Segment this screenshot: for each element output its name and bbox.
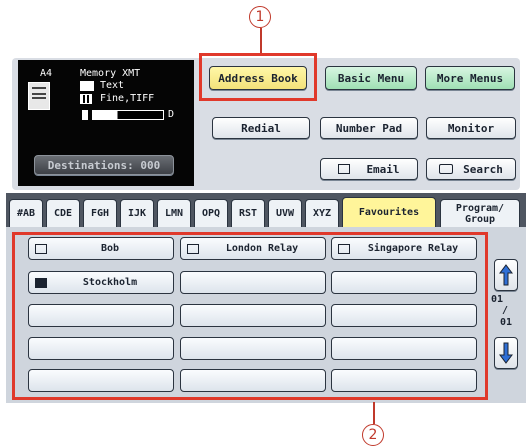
destination-label: Stockholm xyxy=(82,277,138,288)
tab-uvw[interactable]: UVW xyxy=(268,199,302,227)
basic-menu-button[interactable]: Basic Menu xyxy=(325,66,417,90)
text-mode-label: Text xyxy=(100,80,125,91)
tab-rst[interactable]: RST xyxy=(231,199,265,227)
contrast-bar xyxy=(92,110,164,120)
tab-program-group[interactable]: Program/ Group xyxy=(440,199,520,227)
destination-empty[interactable] xyxy=(331,271,477,294)
memory-mode: Memory XMT xyxy=(80,68,141,79)
tab-favourites[interactable]: Favourites xyxy=(342,197,436,227)
destination-empty[interactable] xyxy=(28,304,174,327)
destination-empty[interactable] xyxy=(180,271,326,294)
tab-opq[interactable]: OPQ xyxy=(194,199,228,227)
fax-icon xyxy=(35,277,47,288)
monitor-button[interactable]: Monitor xyxy=(426,117,516,139)
arrow-down-icon xyxy=(499,342,513,364)
arrow-up-icon xyxy=(499,264,513,286)
document-icon xyxy=(28,82,50,110)
email-icon xyxy=(338,164,351,174)
destination-singapore-relay[interactable]: Singapore Relay xyxy=(331,237,477,260)
callout-1-leader xyxy=(260,28,262,54)
destination-empty[interactable] xyxy=(331,304,477,327)
email-button-label: Email xyxy=(366,162,400,176)
email-icon xyxy=(338,243,350,254)
email-icon xyxy=(187,243,199,254)
contrast-dark-mark: D xyxy=(168,109,175,120)
email-icon xyxy=(35,243,47,254)
destination-empty[interactable] xyxy=(180,337,326,360)
destination-label: Singapore Relay xyxy=(367,243,459,254)
page-separator: / xyxy=(502,305,509,316)
resolution-label: Fine,TIFF xyxy=(100,93,155,104)
destination-stockholm[interactable]: Stockholm xyxy=(28,271,174,294)
status-screen: A4 Memory XMT Text Fine,TIFF D Destinati… xyxy=(18,60,194,186)
destinations-button[interactable]: Destinations: 000 xyxy=(34,155,174,175)
destination-london-relay[interactable]: London Relay xyxy=(180,237,326,260)
tab-ijk[interactable]: IJK xyxy=(120,199,154,227)
more-menus-button[interactable]: More Menus xyxy=(425,66,515,90)
destination-empty[interactable] xyxy=(331,369,477,392)
number-pad-button[interactable]: Number Pad xyxy=(320,117,418,139)
tab-xyz[interactable]: XYZ xyxy=(305,199,339,227)
scroll-up-button[interactable] xyxy=(494,259,518,291)
destination-empty[interactable] xyxy=(180,304,326,327)
text-mode-icon xyxy=(80,81,94,91)
search-button-label: Search xyxy=(463,162,503,176)
page-current: 01 xyxy=(491,294,504,305)
email-button[interactable]: Email xyxy=(320,158,418,180)
search-button[interactable]: Search xyxy=(426,158,516,180)
resolution-icon xyxy=(80,94,92,104)
paper-size: A4 xyxy=(40,68,53,79)
destination-bob[interactable]: Bob xyxy=(28,237,174,260)
callout-1: 1 xyxy=(249,6,271,28)
destination-empty[interactable] xyxy=(180,369,326,392)
destination-empty[interactable] xyxy=(28,337,174,360)
destination-empty[interactable] xyxy=(331,337,477,360)
callout-2-leader xyxy=(373,402,375,424)
callout-2: 2 xyxy=(362,424,384,446)
book-icon xyxy=(439,164,454,174)
destination-label: London Relay xyxy=(225,243,299,254)
scroll-down-button[interactable] xyxy=(494,337,518,369)
tab-ab[interactable]: #AB xyxy=(9,199,43,227)
redial-button[interactable]: Redial xyxy=(212,117,310,139)
destination-empty[interactable] xyxy=(28,369,174,392)
tab-fgh[interactable]: FGH xyxy=(83,199,117,227)
contrast-icon xyxy=(82,110,88,120)
destination-label: Bob xyxy=(100,243,120,254)
tab-lmn[interactable]: LMN xyxy=(157,199,191,227)
address-book-button[interactable]: Address Book xyxy=(209,66,307,90)
tab-cde[interactable]: CDE xyxy=(46,199,80,227)
page-total: 01 xyxy=(500,317,513,328)
